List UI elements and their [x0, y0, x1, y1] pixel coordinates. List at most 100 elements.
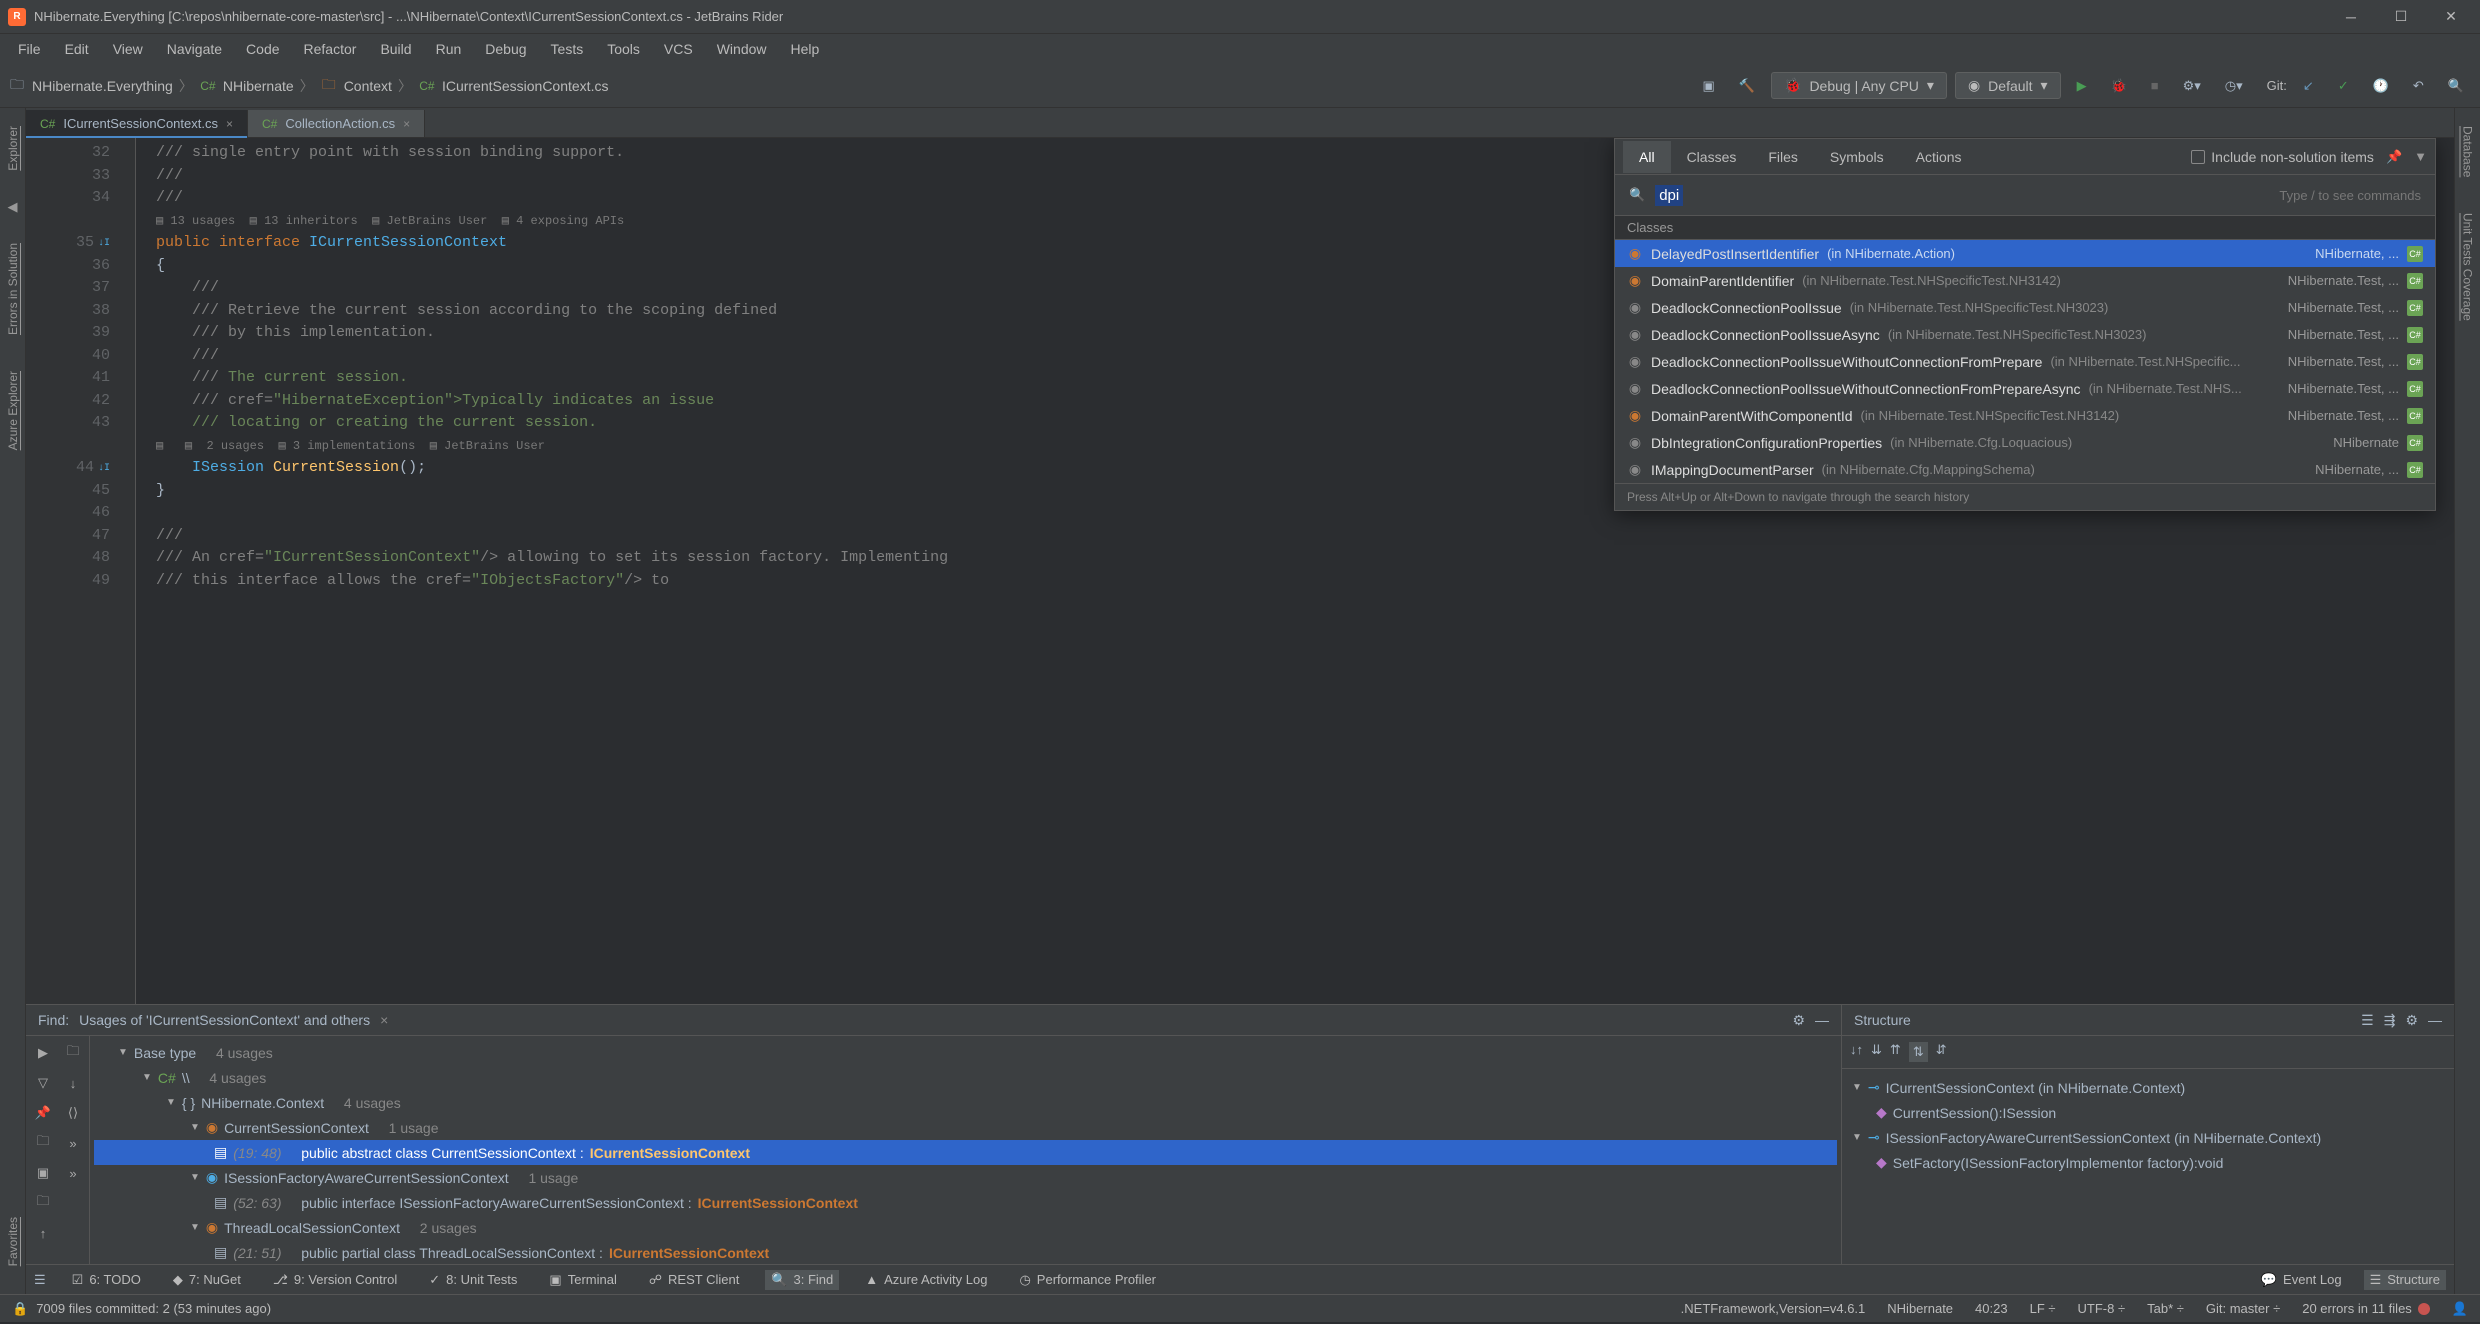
minimize-panel-icon[interactable]: —: [1815, 1012, 1829, 1029]
bottom-tab[interactable]: ☑6: TODO: [66, 1270, 147, 1290]
close-tab-icon[interactable]: ×: [403, 117, 410, 131]
folder-icon[interactable]: 🗀: [60, 1040, 86, 1066]
bottom-tab[interactable]: ✓8: Unit Tests: [423, 1270, 523, 1290]
sort-icon[interactable]: ↓↑: [1850, 1042, 1863, 1062]
more-icon[interactable]: »: [60, 1160, 86, 1186]
find-tree-row[interactable]: ▼◉CurrentSessionContext 1 usage: [94, 1115, 1837, 1140]
editor-tab[interactable]: C# CollectionAction.cs ×: [248, 110, 425, 137]
include-non-solution-checkbox[interactable]: Include non-solution items: [2191, 149, 2374, 165]
search-everywhere-button[interactable]: 🔍: [2440, 74, 2472, 98]
structure-tree[interactable]: ▼⊸ICurrentSessionContext (in NHibernate.…: [1842, 1069, 2454, 1264]
bottom-tab[interactable]: ☰Structure: [2364, 1270, 2446, 1290]
menu-tools[interactable]: Tools: [597, 37, 650, 61]
structure-tree-row[interactable]: ◆SetFactory(ISessionFactoryImplementor f…: [1848, 1150, 2448, 1175]
profile-button[interactable]: ⚙▾: [2175, 74, 2209, 98]
menu-build[interactable]: Build: [370, 37, 421, 61]
filter-icon[interactable]: ▼: [2414, 149, 2427, 164]
expand-icon[interactable]: ▼: [166, 1097, 176, 1108]
gear-icon[interactable]: ⚙: [2405, 1012, 2418, 1029]
menu-file[interactable]: File: [8, 37, 51, 61]
search-tab-files[interactable]: Files: [1752, 141, 1814, 173]
close-tab-icon[interactable]: ×: [226, 117, 233, 131]
status-git-branch[interactable]: Git: master ÷: [2206, 1301, 2280, 1316]
search-tab-symbols[interactable]: Symbols: [1814, 141, 1900, 173]
bottom-tab[interactable]: ☍REST Client: [643, 1270, 745, 1290]
structure-tree-row[interactable]: ▼⊸ISessionFactoryAwareCurrentSessionCont…: [1848, 1125, 2448, 1150]
breadcrumb-item[interactable]: NHibernate: [223, 78, 294, 94]
menu-vcs[interactable]: VCS: [654, 37, 703, 61]
find-tree-row[interactable]: ▼◉ISessionFactoryAwareCurrentSessionCont…: [94, 1165, 1837, 1190]
tool-window-list-icon[interactable]: ☰: [34, 1272, 46, 1288]
expand-icon[interactable]: ▼: [190, 1222, 200, 1233]
status-line-ending[interactable]: LF ÷: [2030, 1301, 2056, 1316]
bottom-tab[interactable]: ◷Performance Profiler: [1013, 1270, 1162, 1290]
status-indent[interactable]: Tab* ÷: [2147, 1301, 2184, 1316]
menu-code[interactable]: Code: [236, 37, 289, 61]
find-tree-row[interactable]: ▼{ }NHibernate.Context 4 usages: [94, 1090, 1837, 1115]
menu-debug[interactable]: Debug: [475, 37, 536, 61]
configuration-dropdown[interactable]: 🐞 Debug | Any CPU ▾: [1771, 72, 1947, 99]
find-tree-row[interactable]: ▼◉ThreadLocalSessionContext 2 usages: [94, 1215, 1837, 1240]
menu-run[interactable]: Run: [426, 37, 472, 61]
pin-icon[interactable]: 📌: [30, 1100, 56, 1126]
rerun-icon[interactable]: ▶: [30, 1040, 56, 1066]
maximize-button[interactable]: ☐: [2388, 4, 2414, 30]
bottom-tab[interactable]: 🔍3: Find: [765, 1270, 839, 1290]
group-icon[interactable]: 🗀: [30, 1130, 56, 1156]
close-tab-icon[interactable]: ×: [380, 1012, 388, 1028]
bottom-tab[interactable]: ▣Terminal: [543, 1270, 622, 1290]
database-tab[interactable]: Database: [2459, 118, 2477, 185]
breadcrumb-item[interactable]: Context: [344, 78, 392, 94]
flatten-icon[interactable]: 🗀: [30, 1190, 56, 1216]
git-history-button[interactable]: 🕐: [2365, 74, 2397, 98]
git-commit-button[interactable]: ✓: [2330, 74, 2357, 98]
unit-tests-coverage-tab[interactable]: Unit Tests Coverage: [2459, 205, 2477, 329]
coverage-button[interactable]: ◷▾: [2217, 74, 2251, 98]
search-result-row[interactable]: ◉ DomainParentIdentifier (in NHibernate.…: [1615, 267, 2435, 294]
close-button[interactable]: ✕: [2438, 4, 2464, 30]
menu-view[interactable]: View: [103, 37, 153, 61]
person-icon[interactable]: 👤: [2452, 1301, 2468, 1317]
fold-column[interactable]: [116, 138, 136, 1004]
search-result-row[interactable]: ◉ DelayedPostInsertIdentifier (in NHiber…: [1615, 240, 2435, 267]
bottom-tab[interactable]: ◆7: NuGet: [167, 1270, 247, 1290]
search-result-row[interactable]: ◉ DeadlockConnectionPoolIssueWithoutConn…: [1615, 348, 2435, 375]
stop-button[interactable]: ■: [2143, 74, 2167, 97]
menu-window[interactable]: Window: [707, 37, 777, 61]
status-errors[interactable]: 20 errors in 11 files: [2302, 1301, 2430, 1316]
search-result-row[interactable]: ◉ DeadlockConnectionPoolIssueWithoutConn…: [1615, 375, 2435, 402]
expand-icon[interactable]: ▣: [30, 1160, 56, 1186]
search-result-row[interactable]: ◉ DbIntegrationConfigurationProperties (…: [1615, 429, 2435, 456]
menu-edit[interactable]: Edit: [55, 37, 99, 61]
run-button[interactable]: ▶: [2069, 74, 2095, 98]
git-update-button[interactable]: ↙: [2295, 74, 2322, 98]
filter-icon[interactable]: ▽: [30, 1070, 56, 1096]
bottom-tab[interactable]: 💬Event Log: [2255, 1270, 2348, 1290]
menu-refactor[interactable]: Refactor: [294, 37, 367, 61]
collapse-all-icon[interactable]: ⇈: [1890, 1042, 1901, 1062]
find-tree-row[interactable]: ▤(19: 48) public abstract class CurrentS…: [94, 1140, 1837, 1165]
status-project[interactable]: NHibernate: [1887, 1301, 1953, 1316]
find-tree-row[interactable]: ▤(21: 51) public partial class ThreadLoc…: [94, 1240, 1837, 1264]
bottom-tab[interactable]: ▲Azure Activity Log: [859, 1270, 993, 1289]
search-tab-actions[interactable]: Actions: [1900, 141, 1978, 173]
breadcrumb-item[interactable]: NHibernate.Everything: [32, 78, 173, 94]
expand-icon[interactable]: ▼: [190, 1172, 200, 1183]
menu-help[interactable]: Help: [781, 37, 830, 61]
prev-icon[interactable]: ↑: [30, 1220, 56, 1246]
azure-explorer-tab[interactable]: Azure Explorer: [4, 363, 22, 458]
search-result-row[interactable]: ◉ IMappingDocumentParser (in NHibernate.…: [1615, 456, 2435, 483]
pin-icon[interactable]: 📌: [2386, 149, 2402, 165]
gear-icon[interactable]: ⚙: [1792, 1012, 1805, 1029]
collapse-icon[interactable]: ⇶: [2384, 1012, 2396, 1029]
expand-all-icon[interactable]: ⇊: [1871, 1042, 1882, 1062]
minimize-button[interactable]: ─: [2338, 4, 2364, 30]
expand-icon[interactable]: ▼: [118, 1047, 128, 1058]
favorites-tab[interactable]: Favorites: [4, 1209, 22, 1274]
next-icon[interactable]: ↓: [60, 1070, 86, 1096]
bottom-tab[interactable]: ⎇9: Version Control: [267, 1270, 403, 1290]
status-caret-position[interactable]: 40:23: [1975, 1301, 2008, 1316]
find-tree[interactable]: ▼Base type 4 usages▼C#\\ 4 usages▼{ }NHi…: [90, 1035, 1841, 1264]
expand-icon[interactable]: ▼: [1852, 1082, 1862, 1093]
expand-icon[interactable]: ▼: [190, 1122, 200, 1133]
